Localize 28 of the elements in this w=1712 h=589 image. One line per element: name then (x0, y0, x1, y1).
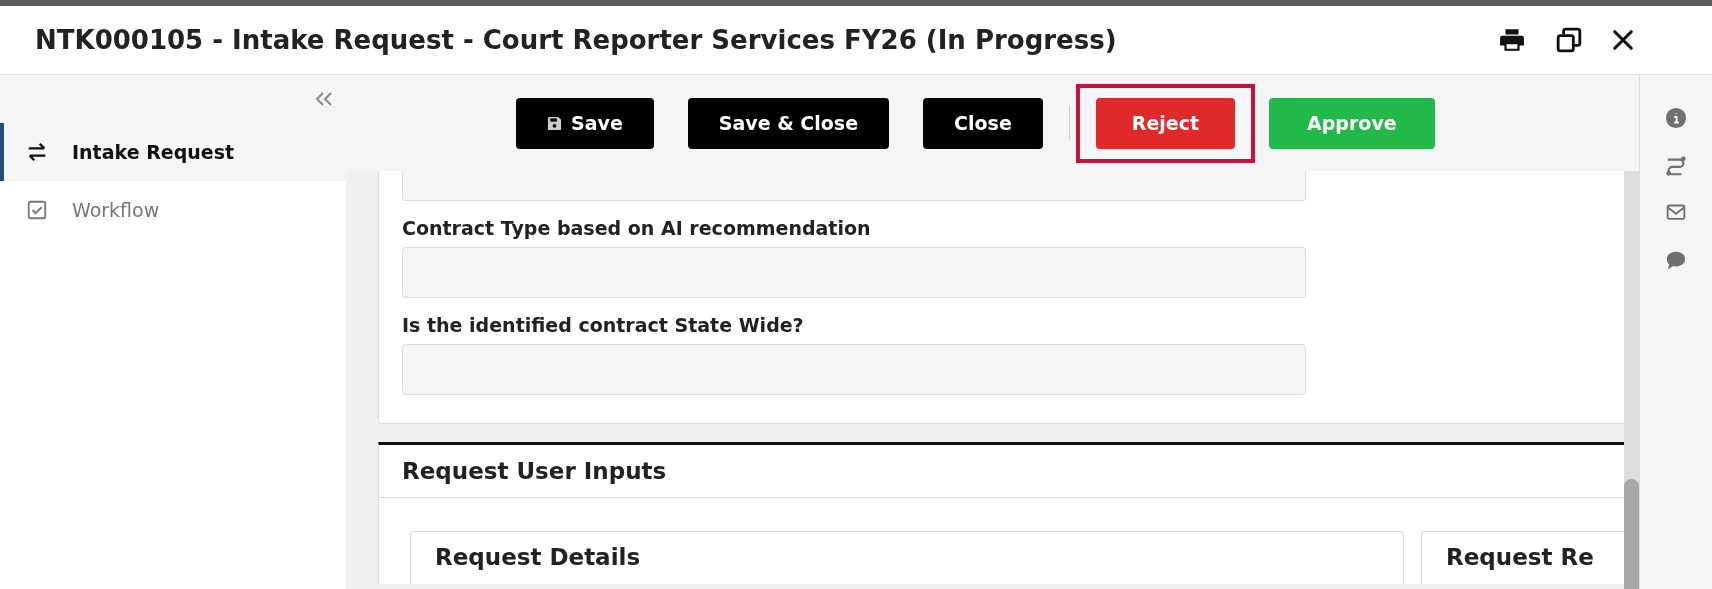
chat-icon[interactable] (1665, 249, 1687, 271)
sidebar-item[interactable]: Intake Request (0, 123, 346, 181)
scrollbar[interactable] (1624, 171, 1639, 589)
field-label: Contract Type based on AI recommendation (402, 217, 872, 239)
toolbar-button[interactable]: Reject (1095, 97, 1236, 149)
sidebar-item[interactable]: Workflow (0, 181, 346, 239)
input-field[interactable] (402, 171, 1306, 201)
input-field[interactable] (402, 344, 1306, 395)
subsection-title: Request Re (1446, 544, 1595, 570)
print-icon[interactable] (1498, 27, 1526, 53)
input-field[interactable] (402, 247, 1306, 298)
field-label: Is the identified contract State Wide? (402, 314, 805, 336)
window-title: NTK000105 - Intake Request - Court Reporter Services FY26 (In Progress) (35, 25, 1117, 55)
close-icon[interactable] (1612, 29, 1634, 51)
toolbar-button[interactable]: Close (923, 97, 1043, 149)
section-title: Request User Inputs (379, 445, 1624, 498)
route-icon[interactable] (1665, 155, 1687, 177)
swap-arrows-icon (26, 141, 48, 163)
mail-icon[interactable] (1665, 203, 1687, 223)
restore-window-icon[interactable] (1556, 27, 1582, 53)
scrollbar-thumb[interactable] (1624, 479, 1639, 589)
info-icon[interactable] (1665, 107, 1687, 129)
save-icon (547, 115, 562, 131)
subsection-title: Request Details (435, 544, 642, 570)
collapse-icon[interactable] (314, 91, 334, 107)
checkbox-icon (26, 199, 48, 221)
toolbar-button[interactable]: Save & Close (687, 97, 890, 149)
toolbar-button[interactable]: Save (516, 97, 654, 149)
